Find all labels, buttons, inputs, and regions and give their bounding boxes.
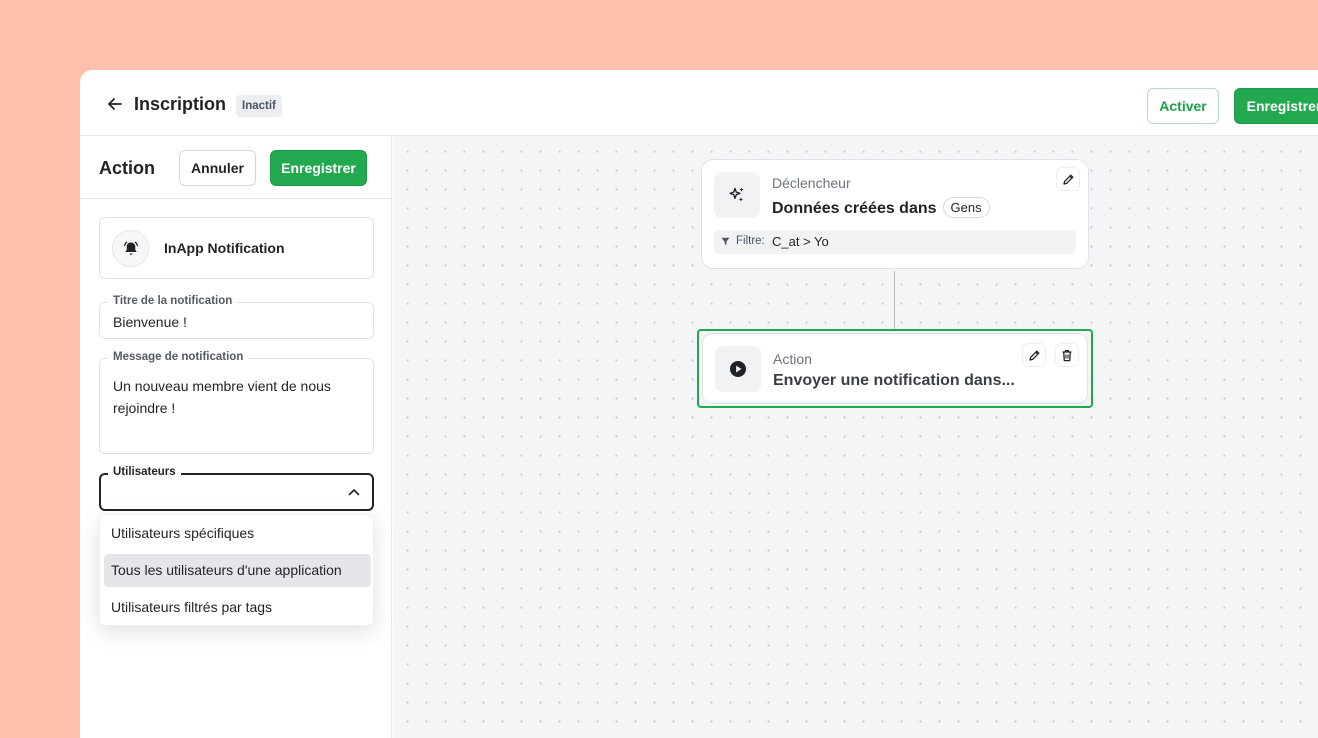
action-panel: Action Annuler Enregistrer InApp Notific… <box>80 136 392 738</box>
trigger-kind: Déclencheur <box>772 175 851 191</box>
play-circle-icon <box>715 346 761 392</box>
trigger-title: Données créées dans <box>772 200 937 217</box>
notification-message-value[interactable]: Un nouveau membre vient de nous rejoindr… <box>113 375 353 419</box>
workflow-canvas[interactable]: Déclencheur Données créées dans Gens Filt… <box>393 136 1318 738</box>
filter-value: C_at > Yo <box>772 234 829 249</box>
pencil-icon <box>1028 350 1039 361</box>
panel-title: Action <box>99 158 155 178</box>
notification-title-field[interactable]: Titre de la notification Bienvenue ! <box>99 295 374 339</box>
filter-bar: Filtre: C_at > Yo <box>714 230 1076 254</box>
delete-action-button[interactable] <box>1055 343 1079 367</box>
edit-action-button[interactable] <box>1022 343 1046 367</box>
notification-message-field[interactable]: Message de notification Un nouveau membr… <box>99 351 374 454</box>
save-workflow-button[interactable]: Enregistrer <box>1234 88 1318 124</box>
sparkles-icon <box>714 172 760 218</box>
bell-icon <box>112 230 149 267</box>
chevron-up-icon[interactable] <box>348 488 360 496</box>
filter-label: Filtre: <box>736 235 765 247</box>
action-node-selection: Action Envoyer une notification dans... <box>697 329 1093 408</box>
trigger-tag: Gens <box>942 197 990 218</box>
panel-header: Action Annuler Enregistrer <box>80 136 391 199</box>
trash-icon <box>1062 349 1072 361</box>
arrow-left-icon[interactable] <box>106 95 124 113</box>
action-kind: Action <box>773 351 812 367</box>
page-title: Inscription <box>134 94 227 114</box>
trigger-title-row: Données créées dans Gens <box>772 197 990 218</box>
users-select[interactable]: Utilisateurs <box>99 466 374 511</box>
action-node[interactable]: Action Envoyer une notification dans... <box>702 333 1088 404</box>
action-type-label: InApp Notification <box>164 240 285 256</box>
trigger-node[interactable]: Déclencheur Données créées dans Gens Filt… <box>701 159 1089 269</box>
dropdown-option[interactable]: Utilisateurs spécifiques <box>104 517 371 550</box>
activate-button[interactable]: Activer <box>1147 88 1219 124</box>
connector-line <box>894 271 895 329</box>
status-badge: Inactif <box>236 95 282 117</box>
filter-icon <box>721 237 730 245</box>
pencil-icon <box>1062 174 1073 185</box>
top-bar: Inscription Inactif Activer Enregistrer <box>80 70 1318 136</box>
app-window: Inscription Inactif Activer Enregistrer … <box>80 70 1318 738</box>
notification-title-value[interactable]: Bienvenue ! <box>113 311 187 333</box>
action-title: Envoyer une notification dans... <box>773 372 1015 389</box>
users-select-label: Utilisateurs <box>108 466 181 478</box>
edit-trigger-button[interactable] <box>1056 167 1080 191</box>
save-action-button[interactable]: Enregistrer <box>270 150 367 186</box>
users-dropdown-menu: Utilisateurs spécifiques Tous les utilis… <box>99 514 374 626</box>
notification-title-label: Titre de la notification <box>108 295 238 307</box>
dropdown-option[interactable]: Utilisateurs filtrés par tags <box>104 591 371 624</box>
action-type-card[interactable]: InApp Notification <box>99 217 374 279</box>
notification-message-label: Message de notification <box>108 351 249 363</box>
cancel-button[interactable]: Annuler <box>179 150 256 186</box>
dropdown-option-highlighted[interactable]: Tous les utilisateurs d'une application <box>104 554 371 587</box>
